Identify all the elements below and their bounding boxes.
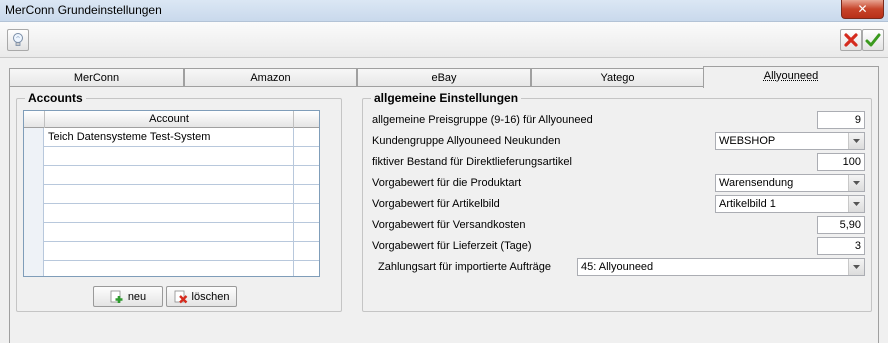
row-filler <box>294 261 319 276</box>
row-indicator[interactable] <box>24 128 44 147</box>
account-cell[interactable] <box>45 223 294 242</box>
accounts-title: Accounts <box>25 91 86 105</box>
lightbulb-icon <box>13 33 23 46</box>
payment-select[interactable]: 45: Allyouneed <box>577 258 865 276</box>
article-image-label: Vorgabewert für Artikelbild <box>372 198 500 210</box>
shipping-cost-label: Vorgabewert für Versandkosten <box>372 219 526 231</box>
chevron-down-icon[interactable] <box>848 196 864 212</box>
row-indicator[interactable] <box>24 261 44 276</box>
row-filler <box>294 166 319 185</box>
account-cell[interactable]: Teich Datensysteme Test-System <box>45 128 294 147</box>
window-close-button[interactable]: ✕ <box>841 0 884 19</box>
row-filler <box>294 128 319 147</box>
row-indicator[interactable] <box>24 204 44 223</box>
product-type-select[interactable]: Warensendung <box>715 174 865 192</box>
article-image-select[interactable]: Artikelbild 1 <box>715 195 865 213</box>
row-filler <box>294 147 319 166</box>
delete-account-button[interactable]: löschen <box>166 286 237 307</box>
row-filler <box>294 242 319 261</box>
tab-merconn[interactable]: MerConn <box>9 68 184 88</box>
chevron-down-icon[interactable] <box>848 175 864 191</box>
table-row[interactable] <box>24 185 319 204</box>
tab-amazon[interactable]: Amazon <box>184 68 357 88</box>
delivery-time-label: Vorgabewert für Lieferzeit (Tage) <box>372 240 532 252</box>
table-row[interactable] <box>24 204 319 223</box>
table-row[interactable] <box>24 261 319 276</box>
row-filler <box>294 185 319 204</box>
customer-group-label: Kundengruppe Allyouneed Neukunden <box>372 135 561 147</box>
table-row[interactable] <box>24 242 319 261</box>
settings-title: allgemeine Einstellungen <box>371 91 522 105</box>
table-row[interactable]: Teich Datensysteme Test-System <box>24 128 319 147</box>
customer-group-select[interactable]: WEBSHOP <box>715 132 865 150</box>
cancel-icon <box>844 33 858 47</box>
shipping-cost-input[interactable]: 5,90 <box>817 216 865 234</box>
tab-amazon-label: Amazon <box>250 72 291 84</box>
row-indicator[interactable] <box>24 223 44 242</box>
table-row[interactable] <box>24 166 319 185</box>
grid-header: Account <box>24 111 319 128</box>
add-icon <box>110 290 123 303</box>
chevron-down-icon[interactable] <box>848 259 864 275</box>
chevron-down-icon[interactable] <box>848 133 864 149</box>
account-cell[interactable] <box>45 166 294 185</box>
accounts-grid[interactable]: Account Teich Datensysteme Test-System <box>23 110 320 277</box>
tab-ebay-label: eBay <box>431 72 457 84</box>
account-cell[interactable] <box>45 185 294 204</box>
tab-allyouneed[interactable]: Allyouneed <box>703 66 879 88</box>
tab-yatego-label: Yatego <box>600 72 635 84</box>
row-indicator[interactable] <box>24 242 44 261</box>
tab-bar: MerConn Amazon eBay Yatego Allyouneed <box>9 66 879 88</box>
tab-merconn-label: MerConn <box>73 72 120 84</box>
account-cell[interactable] <box>45 204 294 223</box>
window-title: MerConn Grundeinstellungen <box>5 3 162 17</box>
lightbulb-button[interactable] <box>7 29 29 51</box>
table-row[interactable] <box>24 147 319 166</box>
price-group-label: allgemeine Preisgruppe (9-16) für Allyou… <box>372 114 593 126</box>
delete-account-label: löschen <box>191 290 230 303</box>
account-cell[interactable] <box>45 261 294 276</box>
row-indicator[interactable] <box>24 147 44 166</box>
product-type-label: Vorgabewert für die Produktart <box>372 177 522 189</box>
tab-ebay[interactable]: eBay <box>357 68 531 88</box>
product-type-value: Warensendung <box>719 177 794 189</box>
payment-value: 45: Allyouneed <box>581 261 654 273</box>
account-column-header[interactable]: Account <box>44 111 294 128</box>
row-filler <box>294 223 319 242</box>
new-account-label: neu <box>127 290 147 303</box>
stock-input[interactable]: 100 <box>817 153 865 171</box>
customer-group-value: WEBSHOP <box>719 135 776 147</box>
confirm-button[interactable] <box>862 29 884 51</box>
cancel-button[interactable] <box>840 29 862 51</box>
account-cell[interactable] <box>45 242 294 261</box>
delete-icon <box>174 290 187 303</box>
title-bar: MerConn Grundeinstellungen ✕ <box>0 0 888 22</box>
row-indicator[interactable] <box>24 185 44 204</box>
tab-yatego[interactable]: Yatego <box>531 68 704 88</box>
row-filler <box>294 204 319 223</box>
new-account-button[interactable]: neu <box>93 286 163 307</box>
price-group-input[interactable]: 9 <box>817 111 865 129</box>
row-indicator[interactable] <box>24 166 44 185</box>
toolbar <box>0 22 888 58</box>
account-cell[interactable] <box>45 147 294 166</box>
tab-allyouneed-label: Allyouneed <box>763 70 819 82</box>
stock-label: fiktiver Bestand für Direktlieferungsart… <box>372 156 572 168</box>
delivery-time-input[interactable]: 3 <box>817 237 865 255</box>
confirm-icon <box>865 33 881 47</box>
table-row[interactable] <box>24 223 319 242</box>
payment-label: Zahlungsart für importierte Aufträge <box>378 261 552 273</box>
article-image-value: Artikelbild 1 <box>719 198 776 210</box>
